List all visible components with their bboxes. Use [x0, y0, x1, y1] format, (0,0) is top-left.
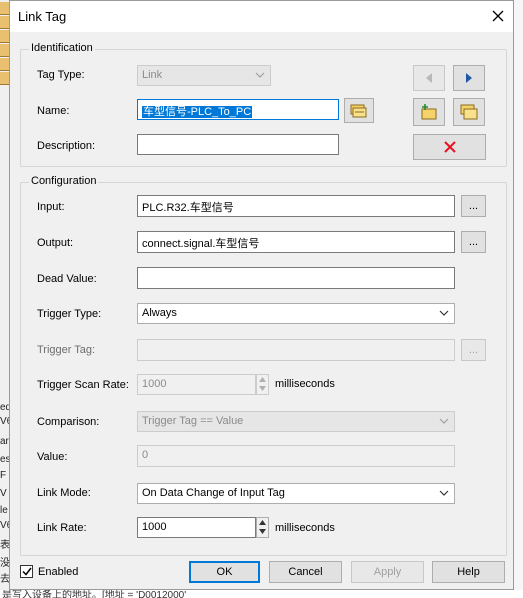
arrow-right-icon — [466, 73, 472, 83]
title-bar: Link Tag — [10, 1, 513, 32]
chevron-down-icon — [255, 72, 265, 78]
previous-tag-button[interactable] — [413, 65, 445, 91]
help-label: Help — [457, 566, 480, 578]
input-label: Input: — [37, 201, 65, 213]
name-input[interactable]: 车型信号-PLC_To_PC — [137, 99, 339, 120]
trigger-type-value: Always — [142, 307, 177, 319]
dead-value-input[interactable] — [137, 267, 455, 289]
trigger-tag-label: Trigger Tag: — [37, 344, 96, 356]
configuration-group-title: Configuration — [29, 175, 99, 187]
input-tag-value: PLC.R32.车型信号 — [142, 202, 234, 214]
next-tag-button[interactable] — [453, 65, 485, 91]
input-tag-field[interactable]: PLC.R32.车型信号 — [137, 195, 455, 217]
trigger-scan-rate-unit: milliseconds — [275, 378, 335, 390]
chevron-down-icon — [439, 310, 449, 316]
value-value: 0 — [142, 449, 149, 461]
trigger-scan-rate-input[interactable]: 1000 — [137, 374, 256, 395]
tag-browse-icon — [350, 104, 367, 117]
description-label: Description: — [37, 140, 96, 152]
copy-tag-button[interactable] — [453, 98, 485, 126]
help-button[interactable]: Help — [432, 561, 505, 583]
arrow-left-icon — [426, 73, 432, 83]
name-value: 车型信号-PLC_To_PC — [142, 106, 253, 118]
close-icon — [492, 10, 504, 22]
trigger-scan-rate-label: Trigger Scan Rate: — [37, 379, 129, 391]
background-window-right — [513, 0, 523, 598]
cancel-label: Cancel — [288, 566, 323, 578]
trigger-scan-rate-spinner[interactable] — [256, 374, 269, 395]
output-browse-label: ... — [468, 236, 479, 248]
comparison-label: Comparison: — [37, 416, 100, 428]
link-tag-dialog: Link Tag Identification Tag Type: Link N… — [9, 0, 514, 590]
delete-x-icon — [443, 141, 456, 153]
link-rate-value: 1000 — [142, 521, 167, 533]
trigger-type-label: Trigger Type: — [37, 308, 102, 320]
output-tag-field[interactable]: connect.signal.车型信号 — [137, 231, 455, 253]
background-text: V — [0, 488, 7, 499]
value-label: Value: — [37, 451, 68, 463]
output-tag-value: connect.signal.车型信号 — [142, 238, 260, 250]
dead-value-label: Dead Value: — [37, 273, 97, 285]
trigger-tag-browse-label: ... — [468, 344, 479, 356]
chevron-down-icon — [439, 418, 449, 424]
background-text: 是写入设备上的地址。[地址 = 'D0012000' — [2, 590, 187, 598]
value-input[interactable]: 0 — [137, 445, 455, 467]
ok-label: OK — [216, 566, 233, 578]
comparison-select[interactable]: Trigger Tag == Value — [137, 411, 455, 432]
spin-down-icon[interactable] — [257, 527, 268, 536]
link-rate-spinner[interactable] — [256, 517, 269, 538]
background-text: F — [0, 470, 7, 481]
ok-button[interactable]: OK — [189, 561, 260, 583]
new-tag-button[interactable] — [413, 98, 445, 126]
enabled-label: Enabled — [38, 566, 79, 578]
apply-label: Apply — [373, 566, 402, 578]
identification-group-title: Identification — [29, 42, 95, 54]
trigger-scan-rate-value: 1000 — [142, 378, 167, 390]
new-tag-icon — [421, 104, 437, 120]
input-browse-label: ... — [468, 200, 479, 212]
trigger-type-select[interactable]: Always — [137, 303, 455, 324]
apply-button[interactable]: Apply — [351, 561, 424, 583]
spin-up-icon[interactable] — [257, 518, 268, 527]
input-browse-button[interactable]: ... — [461, 195, 486, 217]
name-browse-button[interactable] — [344, 98, 374, 123]
description-input[interactable] — [137, 134, 339, 155]
enabled-checkbox[interactable] — [20, 565, 33, 578]
link-rate-unit: milliseconds — [275, 522, 335, 534]
link-rate-input[interactable]: 1000 — [137, 517, 256, 538]
cancel-button[interactable]: Cancel — [269, 561, 342, 583]
background-text: ar — [0, 436, 9, 447]
background-bottom-text: 是写入设备上的地址。[地址 = 'D0012000' — [0, 590, 523, 598]
link-mode-label: Link Mode: — [37, 487, 91, 499]
tag-type-value: Link — [142, 69, 163, 81]
copy-tag-icon — [460, 104, 478, 120]
name-label: Name: — [37, 105, 70, 117]
delete-tag-button[interactable] — [413, 134, 486, 160]
chevron-down-icon — [439, 490, 449, 496]
spin-down-icon[interactable] — [257, 384, 268, 393]
dialog-title: Link Tag — [18, 9, 67, 24]
output-browse-button[interactable]: ... — [461, 231, 486, 253]
trigger-tag-browse-button[interactable]: ... — [461, 339, 486, 361]
comparison-value: Trigger Tag == Value — [142, 415, 244, 427]
trigger-tag-field[interactable] — [137, 339, 455, 361]
tag-type-select[interactable]: Link — [137, 65, 271, 86]
spin-up-icon[interactable] — [257, 375, 268, 384]
background-text: le — [0, 505, 8, 516]
link-mode-select[interactable]: On Data Change of Input Tag — [137, 483, 455, 504]
tag-type-label: Tag Type: — [37, 69, 85, 81]
checkmark-icon — [21, 567, 32, 576]
close-button[interactable] — [487, 5, 509, 27]
link-rate-label: Link Rate: — [37, 522, 87, 534]
output-label: Output: — [37, 237, 74, 249]
link-mode-value: On Data Change of Input Tag — [142, 487, 285, 499]
